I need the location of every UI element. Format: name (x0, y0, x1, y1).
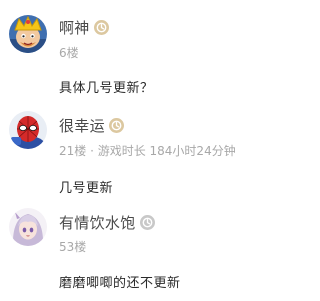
comment-item: 有情饮水饱 53楼 磨磨唧唧的还不更新 (0, 200, 308, 301)
user-avatar[interactable] (9, 15, 47, 53)
username[interactable]: 啊神 (59, 17, 90, 38)
spiderman-avatar-icon (9, 111, 47, 149)
comment-text: 磨磨唧唧的还不更新 (59, 276, 181, 291)
comment-item: 啊神 6楼 具体几号更新？ (0, 0, 308, 100)
comment-item: 很幸运 21楼 · 游戏时长 184小时24分钟 几号更新 (0, 100, 308, 200)
comment-floor: 6楼 (59, 46, 79, 60)
comment-floor: 21楼 · 游戏时长 184小时24分钟 (59, 144, 236, 158)
username[interactable]: 很幸运 (59, 115, 105, 136)
comment-floor: 53楼 (59, 240, 87, 254)
level-badge-icon (139, 214, 155, 230)
clash-king-avatar-icon (9, 15, 47, 53)
username[interactable]: 有情饮水饱 (59, 212, 136, 233)
level-badge-icon (108, 117, 124, 133)
level-badge-icon (93, 19, 109, 35)
user-avatar[interactable] (9, 208, 47, 246)
user-avatar[interactable] (9, 111, 47, 149)
comment-text: 具体几号更新？ (59, 81, 154, 96)
comment-list: 啊神 6楼 具体几号更新？ 很幸运 21楼 · 游戏时长 184小时24分钟 几… (0, 0, 308, 301)
anime-girl-avatar-icon (9, 208, 47, 246)
comment-text: 几号更新 (59, 181, 114, 196)
